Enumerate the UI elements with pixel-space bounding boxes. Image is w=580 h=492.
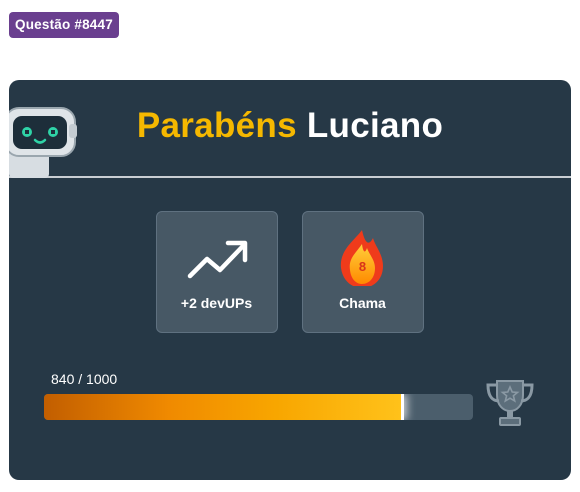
stat-card-flame: 8 Chama	[302, 211, 424, 333]
congrats-card: Parabéns Luciano +2 devUPs 8 Chama 840 /…	[9, 80, 571, 480]
title-greeting: Parabéns	[136, 106, 297, 145]
page-title: Parabéns Luciano	[9, 106, 571, 146]
flame-count: 8	[358, 259, 367, 274]
trophy-icon	[486, 380, 534, 426]
progress-label: 840 / 1000	[51, 371, 118, 387]
progress-bar	[44, 394, 473, 420]
trending-up-icon	[187, 240, 248, 279]
stat-label-devups: +2 devUPs	[180, 295, 253, 311]
stat-card-devups: +2 devUPs	[156, 211, 278, 333]
card-header: Parabéns Luciano	[9, 80, 571, 178]
flame-icon	[340, 230, 383, 286]
progress-fill	[44, 394, 405, 420]
stat-label-flame: Chama	[339, 295, 386, 311]
question-badge: Questão #8447	[9, 12, 119, 38]
title-username: Luciano	[306, 106, 444, 145]
